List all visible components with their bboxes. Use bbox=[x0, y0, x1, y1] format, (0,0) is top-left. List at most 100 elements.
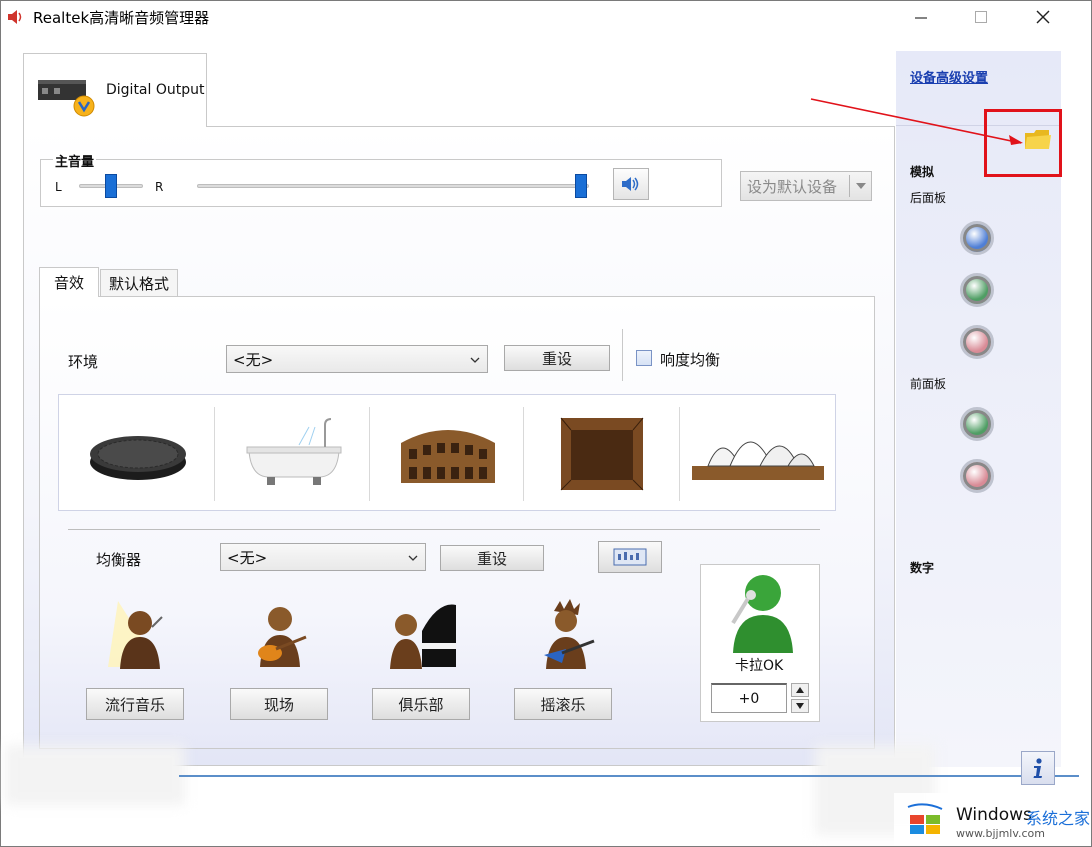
watermark-brand-cn: 系统之家 bbox=[1026, 809, 1091, 828]
rocker-icon bbox=[544, 599, 595, 669]
graphic-equalizer-button[interactable] bbox=[598, 541, 662, 573]
volume-slider-track[interactable] bbox=[197, 184, 589, 188]
divider bbox=[679, 407, 680, 501]
divider bbox=[622, 329, 623, 381]
watermark-brand: Windows bbox=[956, 805, 1032, 825]
colosseum-icon bbox=[401, 430, 495, 483]
tab-default-format[interactable]: 默认格式 bbox=[100, 269, 178, 297]
balance-left-label: L bbox=[55, 180, 62, 194]
pianist-icon bbox=[390, 604, 456, 669]
bathtub-icon bbox=[246, 418, 342, 485]
close-button[interactable] bbox=[1021, 1, 1065, 33]
eq-live-button[interactable]: 现场 bbox=[230, 688, 328, 720]
eq-live-label: 现场 bbox=[263, 695, 294, 714]
close-icon bbox=[1036, 10, 1050, 24]
stone-room-icon bbox=[560, 417, 644, 491]
windows-logo-icon bbox=[906, 803, 946, 841]
chevron-down-icon bbox=[796, 703, 804, 709]
divider bbox=[523, 407, 524, 501]
chevron-down-icon bbox=[469, 352, 481, 370]
pop-singer-icon bbox=[108, 601, 163, 669]
environment-presets bbox=[58, 394, 836, 511]
chevron-down-icon bbox=[407, 550, 419, 568]
chevron-up-icon bbox=[796, 687, 804, 693]
eq-preset-live-image[interactable] bbox=[240, 597, 320, 677]
balance-right-label: R bbox=[155, 180, 164, 194]
effects-panel: 环境 <无> 重设 响度均衡 均衡器 <无> 重设 流行音乐 现场 俱乐部 摇滚… bbox=[39, 296, 875, 749]
tab-default-format-label: 默认格式 bbox=[108, 275, 169, 293]
eq-pop-label: 流行音乐 bbox=[104, 695, 165, 714]
set-default-device-label: 设为默认设备 bbox=[747, 177, 838, 196]
eq-preset-pop-image[interactable] bbox=[100, 597, 180, 677]
divider bbox=[369, 407, 370, 501]
loudness-label: 响度均衡 bbox=[660, 351, 721, 369]
balance-slider-thumb[interactable] bbox=[105, 174, 117, 198]
karaoke-increment-button[interactable] bbox=[791, 683, 809, 697]
rear-jack-blue[interactable] bbox=[960, 221, 994, 255]
eq-rock-button[interactable]: 摇滚乐 bbox=[514, 688, 612, 720]
info-button[interactable] bbox=[1021, 751, 1055, 785]
volume-speaker-icon bbox=[622, 177, 639, 191]
master-volume-legend: 主音量 bbox=[53, 151, 97, 170]
env-preset-manhole[interactable] bbox=[63, 401, 213, 505]
mute-button[interactable] bbox=[613, 168, 649, 200]
chevron-down-icon[interactable] bbox=[849, 175, 871, 197]
karaoke-icon bbox=[723, 569, 799, 657]
tab-effects-label: 音效 bbox=[53, 274, 84, 292]
digital-output-device-icon bbox=[36, 72, 98, 122]
eq-club-button[interactable]: 俱乐部 bbox=[372, 688, 470, 720]
front-jack-pink[interactable] bbox=[960, 459, 994, 493]
blurred-area bbox=[5, 745, 185, 805]
equalizer-icon bbox=[613, 548, 647, 566]
maximize-icon bbox=[975, 11, 987, 23]
manhole-cover-icon bbox=[90, 436, 186, 480]
env-preset-bathroom[interactable] bbox=[219, 401, 369, 505]
eq-club-label: 俱乐部 bbox=[398, 695, 444, 714]
karaoke-value-field[interactable]: +0 bbox=[711, 683, 787, 713]
maximize-button[interactable] bbox=[959, 1, 1003, 33]
eq-preset-rock-image[interactable] bbox=[526, 597, 606, 677]
equalizer-select[interactable]: <无> bbox=[220, 543, 426, 571]
main-panel: Digital Output 主音量 L R 设为默认设备 音效 默认格式 环境… bbox=[23, 53, 895, 766]
app-window: Realtek高清晰音频管理器 Digital Output 主音量 L R 设… bbox=[0, 0, 1092, 847]
environment-select[interactable]: <无> bbox=[226, 345, 488, 373]
karaoke-group: 卡拉OK +0 bbox=[700, 564, 820, 722]
eq-pop-button[interactable]: 流行音乐 bbox=[86, 688, 184, 720]
equalizer-label: 均衡器 bbox=[96, 551, 142, 569]
environment-select-value: <无> bbox=[233, 350, 274, 369]
karaoke-decrement-button[interactable] bbox=[791, 699, 809, 713]
environment-reset-label: 重设 bbox=[541, 349, 572, 368]
watermark-url: www.bjjmlv.com bbox=[956, 827, 1045, 840]
title-bar: Realtek高清晰音频管理器 bbox=[1, 1, 1091, 33]
front-jack-green[interactable] bbox=[960, 407, 994, 441]
advanced-device-settings-link[interactable]: 设备高级设置 bbox=[910, 67, 988, 86]
environment-reset-button[interactable]: 重设 bbox=[504, 345, 610, 371]
set-default-device-button[interactable]: 设为默认设备 bbox=[740, 171, 872, 201]
device-tab-digital-output[interactable]: Digital Output bbox=[23, 53, 207, 127]
tab-effects[interactable]: 音效 bbox=[39, 267, 99, 297]
device-tab-label: Digital Output bbox=[106, 82, 205, 98]
volume-slider-thumb[interactable] bbox=[575, 174, 587, 198]
annotation-arrow bbox=[810, 98, 1023, 145]
eq-preset-club-image[interactable] bbox=[382, 597, 462, 677]
status-line bbox=[179, 775, 1079, 777]
digital-label: 数字 bbox=[910, 561, 935, 575]
rear-jack-pink[interactable] bbox=[960, 325, 994, 359]
equalizer-reset-label: 重设 bbox=[476, 549, 507, 568]
rear-jack-green[interactable] bbox=[960, 273, 994, 307]
section-divider bbox=[68, 529, 820, 530]
equalizer-select-value: <无> bbox=[227, 548, 268, 567]
window-title: Realtek高清晰音频管理器 bbox=[33, 9, 210, 27]
analog-label: 模拟 bbox=[910, 165, 935, 179]
equalizer-reset-button[interactable]: 重设 bbox=[440, 545, 544, 571]
env-preset-opera-house[interactable] bbox=[683, 401, 833, 505]
site-watermark: Windows 系统之家 www.bjjmlv.com bbox=[894, 793, 1090, 845]
opera-house-icon bbox=[692, 441, 824, 480]
eq-rock-label: 摇滚乐 bbox=[540, 695, 586, 714]
environment-label: 环境 bbox=[68, 353, 99, 371]
minimize-button[interactable] bbox=[899, 1, 943, 33]
env-preset-colosseum[interactable] bbox=[373, 401, 523, 505]
karaoke-value: +0 bbox=[738, 690, 760, 707]
env-preset-stone-room[interactable] bbox=[527, 401, 677, 505]
loudness-checkbox[interactable] bbox=[636, 350, 652, 366]
